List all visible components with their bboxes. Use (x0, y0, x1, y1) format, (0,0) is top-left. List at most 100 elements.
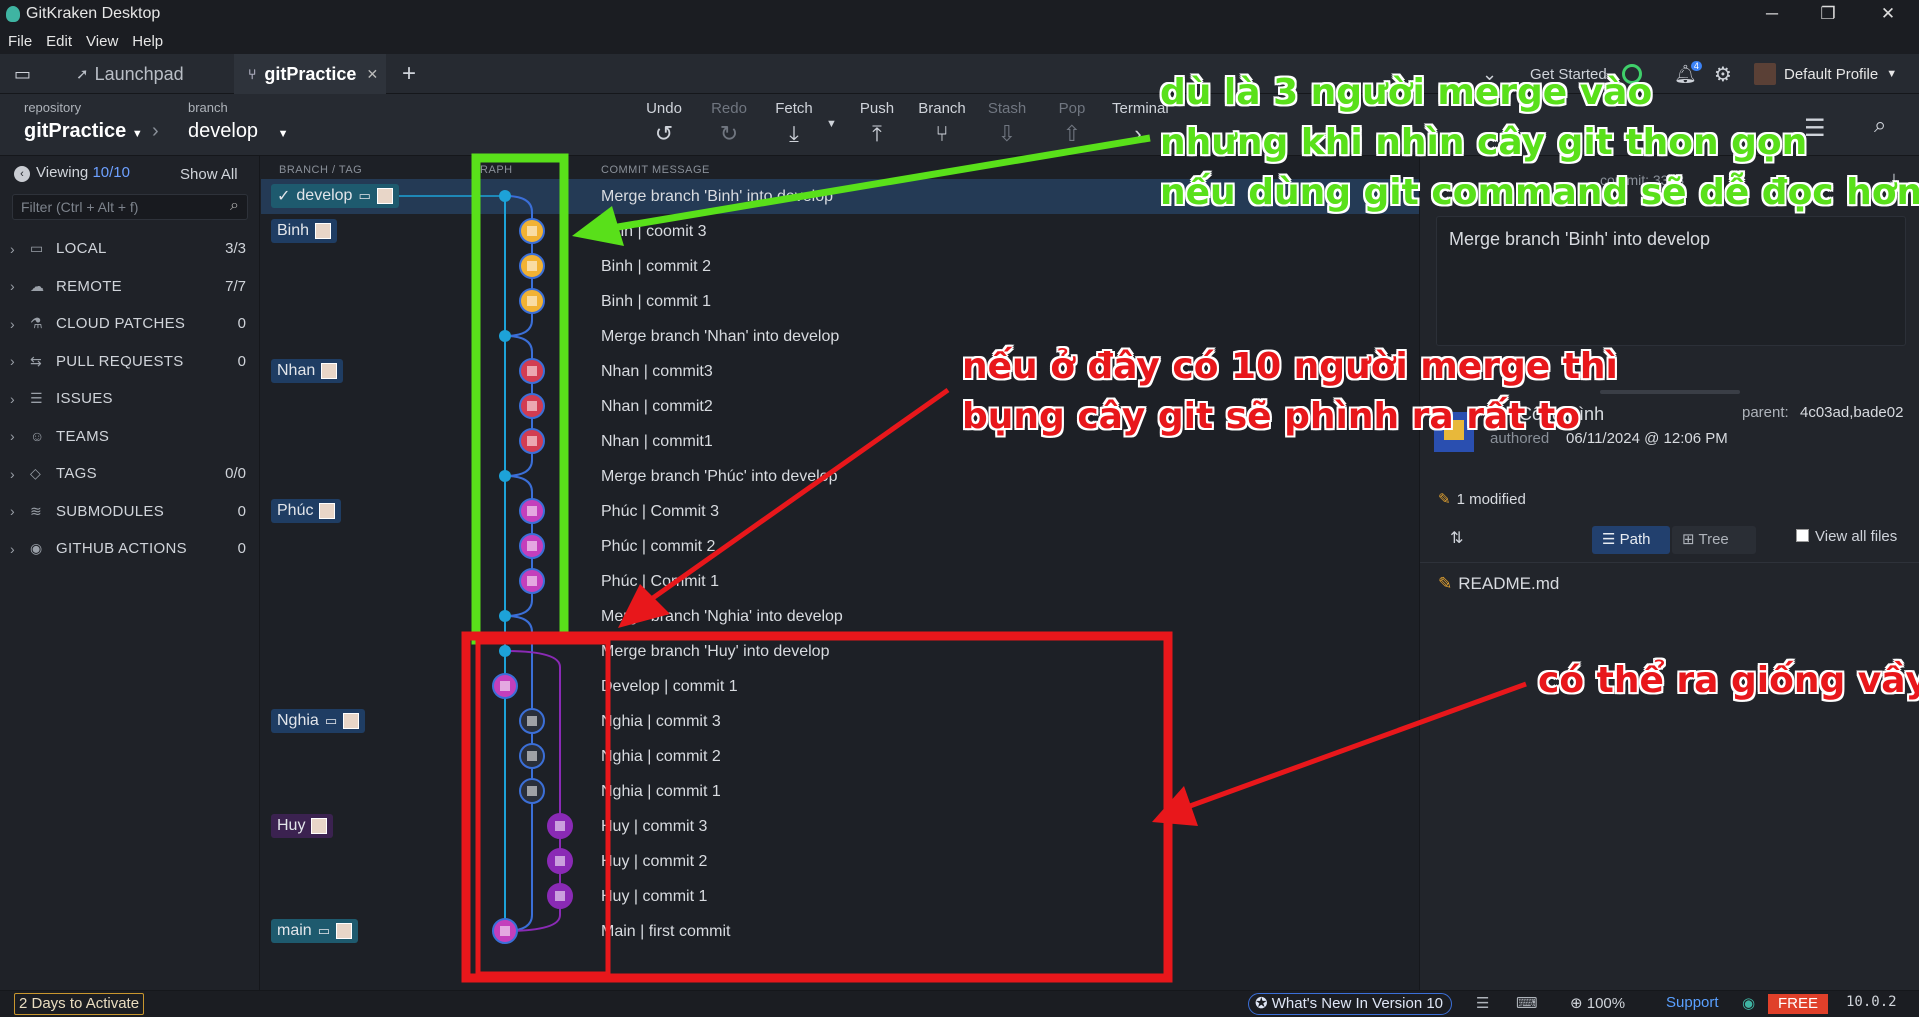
modified-count: ✎ 1 modified (1438, 491, 1526, 508)
pop-icon: ⇧ (1062, 121, 1082, 146)
activate-button[interactable]: 2 Days to Activate (14, 993, 145, 1015)
commit-message[interactable]: Nghia | commit 3 (601, 704, 721, 739)
tab-launchpad[interactable]: ➚ Launchpad (60, 54, 226, 94)
branch-ref-nhan[interactable]: Nhan (271, 359, 344, 383)
header-branch-tag[interactable]: BRANCH / TAG (279, 164, 362, 176)
commit-message[interactable]: Nghia | commit 1 (601, 774, 721, 809)
path-view-button[interactable]: ☰ Path (1592, 526, 1670, 554)
repository-selector[interactable]: gitPractice ▼ (24, 120, 143, 143)
pencil-icon: ✎ (1438, 574, 1453, 593)
push-button[interactable]: Push ⤒ (851, 100, 903, 145)
commit-message[interactable]: Huy | commit 2 (601, 844, 707, 879)
commit-message[interactable]: Nhan | commit3 (601, 354, 713, 389)
commit-message[interactable]: Nhan | commit1 (601, 424, 713, 459)
sidebar-section-teams[interactable]: › ☺ TEAMS (0, 418, 260, 455)
list-icon[interactable]: ☰ (1476, 994, 1489, 1012)
resize-handle[interactable] (1600, 390, 1740, 394)
tab-gitpractice-label: gitPractice (264, 63, 357, 84)
commit-message[interactable]: Phúc | commit 2 (601, 529, 715, 564)
sidebar-section-github-actions[interactable]: › ◉ GITHUB ACTIONS 0 (0, 530, 260, 567)
branch-ref-nghia[interactable]: Nghia ▭ (271, 709, 366, 733)
list-icon: ☰ (1602, 531, 1616, 548)
red-annotation-top: nếu ở đây có 10 người merge thì bụng cây … (962, 342, 1618, 442)
commit-message[interactable]: Nghia | commit 2 (601, 739, 721, 774)
pull-request-icon: ⇆ (30, 352, 42, 369)
commit-message[interactable]: Merge branch 'Binh' into develop (601, 179, 833, 214)
keyboard-icon[interactable]: ⌨ (1516, 994, 1538, 1012)
menu-view[interactable]: View (86, 33, 118, 50)
viewing-toggle[interactable]: ‹ Viewing 10/10 (14, 164, 130, 182)
redo-button[interactable]: Redo ↻ (703, 100, 755, 145)
branch-ref-develop[interactable]: ✓ develop ▭ (271, 184, 399, 208)
commit-message[interactable]: Nhan | commit2 (601, 389, 713, 424)
new-tab-button[interactable]: + (402, 54, 432, 94)
menu-edit[interactable]: Edit (46, 33, 72, 50)
whats-new-button[interactable]: ✪ What's New In Version 10 (1248, 993, 1453, 1015)
sidebar-section-count: 3/3 (225, 240, 246, 257)
zoom-level[interactable]: ⊕ 100% (1570, 994, 1625, 1012)
pencil-icon: ✎ (1438, 491, 1451, 508)
fetch-button[interactable]: Fetch ⤓ (768, 100, 820, 145)
fetch-dropdown-icon[interactable]: ▼ (826, 118, 837, 130)
branch-ref-huy[interactable]: Huy (271, 814, 334, 838)
header-graph[interactable]: GRAPH (471, 164, 513, 176)
commit-message[interactable]: Merge branch 'Nghia' into develop (601, 599, 843, 634)
header-commit-message[interactable]: COMMIT MESSAGE (601, 164, 710, 176)
parent-shas[interactable]: 4c03ad,bade02 (1800, 404, 1903, 421)
sidebar-section-tags[interactable]: › ◇ TAGS 0/0 (0, 455, 260, 492)
merge-commit-node (499, 190, 511, 202)
sidebar-section-label: SUBMODULES (56, 502, 165, 520)
commit-message[interactable]: Phúc | Commit 3 (601, 494, 719, 529)
sidebar-section-cloud-patches[interactable]: › ⚗ CLOUD PATCHES 0 (0, 305, 260, 342)
tree-view-button[interactable]: ⊞ Tree (1672, 526, 1756, 554)
commit-message[interactable]: Merge branch 'Nhan' into develop (601, 319, 839, 354)
stash-button[interactable]: Stash ⇩ (981, 100, 1033, 145)
sidebar-section-issues[interactable]: › ☰ ISSUES (0, 380, 260, 417)
sort-icon[interactable]: ⇅ (1450, 528, 1463, 548)
show-all-button[interactable]: Show All (180, 166, 238, 183)
view-all-files-checkbox[interactable]: View all files (1796, 528, 1897, 545)
sidebar-section-remote[interactable]: › ☁ REMOTE 7/7 (0, 268, 260, 305)
merge-commit-node (499, 330, 511, 342)
branch-ref-main[interactable]: main ▭ (271, 919, 358, 943)
commit-message[interactable]: Main | first commit (601, 914, 731, 949)
branch-selector[interactable]: develop ▼ (188, 120, 289, 143)
menu-file[interactable]: File (8, 33, 32, 50)
sidebar-section-local[interactable]: › ▭ LOCAL 3/3 (0, 230, 260, 267)
menu-help[interactable]: Help (132, 33, 163, 50)
pop-button[interactable]: Pop ⇧ (1046, 100, 1098, 145)
support-link[interactable]: Support (1666, 994, 1719, 1011)
minimize-button[interactable]: ─ (1760, 2, 1784, 26)
commit-avatar-glyph (555, 891, 565, 901)
team-icon: ☺ (30, 428, 45, 444)
branch-ref-binh[interactable]: Binh (271, 219, 338, 243)
gitkraken-logo-icon (6, 6, 20, 22)
tab-close-icon[interactable]: ✕ (366, 66, 378, 83)
branch-button[interactable]: Branch ⑂ (916, 100, 968, 145)
filter-input[interactable]: Filter (Ctrl + Alt + f) ⌕ (12, 194, 248, 220)
file-row-readme[interactable]: ✎ README.md (1438, 574, 1559, 594)
branch-ref-phúc[interactable]: Phúc (271, 499, 342, 523)
commit-message[interactable]: Huy | commit 1 (601, 879, 707, 914)
status-bar: 2 Days to Activate ✪ What's New In Versi… (0, 990, 1919, 1017)
commit-message[interactable]: Merge branch 'Huy' into develop (601, 634, 829, 669)
sidebar-section-pull-requests[interactable]: › ⇆ PULL REQUESTS 0 (0, 343, 260, 380)
commit-message[interactable]: Huy | commit 3 (601, 809, 707, 844)
close-window-button[interactable]: ✕ (1876, 2, 1900, 26)
cloud-icon: ☁ (30, 277, 44, 294)
commit-message-box[interactable]: Merge branch 'Binh' into develop (1436, 216, 1906, 346)
commit-message[interactable]: Develop | commit 1 (601, 669, 738, 704)
commit-message[interactable]: Binh | coomit 3 (601, 214, 707, 249)
free-badge[interactable]: FREE (1768, 994, 1829, 1014)
maximize-button[interactable]: ❐ (1816, 2, 1840, 26)
undo-button[interactable]: Undo ↺ (638, 100, 690, 145)
commit-message[interactable]: Phúc | Commit 1 (601, 564, 719, 599)
terminal-button[interactable]: Terminal › (1112, 100, 1169, 145)
tab-gitpractice[interactable]: ⑂ gitPractice ✕ (234, 54, 386, 94)
commit-message[interactable]: Merge branch 'Phúc' into develop (601, 459, 837, 494)
commit-message[interactable]: Binh | commit 2 (601, 249, 711, 284)
folder-icon[interactable]: ▭ (14, 54, 54, 94)
sidebar-section-submodules[interactable]: › ≋ SUBMODULES 0 (0, 493, 260, 530)
sidebar-section-count: 0 (237, 540, 246, 557)
commit-message[interactable]: Binh | commit 1 (601, 284, 711, 319)
